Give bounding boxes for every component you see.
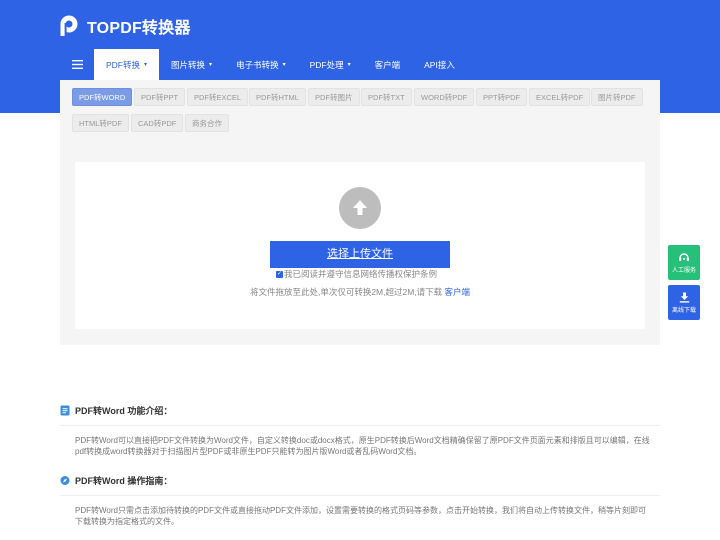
customer-service-button[interactable]: 人工服务	[668, 245, 700, 280]
nav-image-convert[interactable]: 图片转换 ▾	[159, 49, 224, 80]
logo-icon	[60, 15, 78, 36]
format-image-to-pdf[interactable]: 图片转PDF	[591, 88, 643, 106]
nav-image-convert-label: 图片转换	[171, 59, 206, 70]
agree-checkbox[interactable]: ✓	[276, 270, 283, 278]
format-ppt-to-pdf[interactable]: PPT转PDF	[476, 88, 528, 106]
nav-pdf-convert[interactable]: PDF转换 ▾	[94, 49, 160, 80]
download-icon	[679, 292, 689, 303]
client-download-link[interactable]: 客户端	[445, 287, 471, 297]
nav-pdf-convert-label: PDF转换	[106, 59, 141, 70]
format-pdf-to-txt[interactable]: PDF转TXT	[361, 88, 412, 106]
nav-client-label: 客户端	[374, 59, 401, 70]
section-title-intro-text: PDF转Word 功能介绍：	[75, 406, 173, 416]
brand-name: TOPDF转换器	[87, 20, 191, 37]
format-cad-to-pdf[interactable]: CAD转PDF	[131, 114, 184, 132]
nav-menu-button[interactable]	[60, 49, 94, 80]
nav-client[interactable]: 客户端	[363, 49, 413, 80]
divider	[60, 425, 660, 426]
upload-icon[interactable]	[339, 187, 381, 229]
agreement: ✓ 我已阅读并遵守信息网络传播权保护条例	[276, 268, 437, 280]
format-pdf-to-word[interactable]: PDF转WORD	[72, 88, 133, 106]
format-business[interactable]: 商务合作	[185, 114, 229, 132]
divider	[60, 495, 660, 496]
nav-pdf-process[interactable]: PDF处理 ▾	[298, 49, 363, 80]
section-intro-text: PDF转Word可以直接把PDF文件转换为Word文件，自定义转换doc或doc…	[75, 436, 650, 456]
upload-hint-text: 将文件拖放至此处,单次仅可转换2M,超过2M,请下载	[249, 287, 443, 297]
section-title-guide: PDF转Word 操作指南：	[60, 474, 172, 487]
nav-ebook-convert-label: 电子书转换	[236, 59, 279, 70]
section-guide-text: PDF转Word只需点击添加待转换的PDF文件或直接拖动PDF文件添加，设置需要…	[75, 506, 646, 526]
nav-api-label: API接入	[424, 59, 455, 70]
format-pdf-to-html[interactable]: PDF转HTML	[249, 88, 306, 106]
document-icon	[60, 405, 70, 416]
format-pdf-to-image[interactable]: PDF转图片	[308, 88, 360, 106]
upload-hint: 将文件拖放至此处,单次仅可转换2M,超过2M,请下载 客户端	[0, 286, 720, 298]
chevron-down-icon: ▾	[282, 62, 286, 68]
nav-api[interactable]: API接入	[412, 49, 467, 80]
format-pdf-to-ppt[interactable]: PDF转PPT	[134, 88, 186, 106]
main-nav: PDF转换 ▾ 图片转换 ▾ 电子书转换 ▾ PDF处理 ▾ 客户端 API接入	[60, 49, 467, 80]
nav-ebook-convert[interactable]: 电子书转换 ▾	[224, 49, 298, 80]
hamburger-icon	[71, 60, 83, 69]
section-title-guide-text: PDF转Word 操作指南：	[75, 476, 173, 486]
compass-icon	[60, 476, 70, 485]
chevron-down-icon: ▾	[209, 62, 213, 68]
nav-pdf-process-label: PDF处理	[309, 59, 344, 70]
section-title-intro: PDF转Word 功能介绍：	[60, 404, 172, 417]
arrow-up-icon	[353, 200, 367, 215]
choose-file-button[interactable]: 选择上传文件	[270, 241, 450, 268]
format-pdf-to-excel[interactable]: PDF转EXCEL	[187, 88, 249, 106]
format-html-to-pdf[interactable]: HTML转PDF	[72, 114, 129, 132]
headset-icon	[679, 252, 689, 261]
offline-download-button[interactable]: 离线下载	[668, 285, 700, 320]
brand-logo[interactable]: TOPDF转换器	[59, 14, 191, 38]
chevron-down-icon: ▾	[144, 62, 148, 68]
format-word-to-pdf[interactable]: WORD转PDF	[414, 88, 475, 106]
agree-text: 我已阅读并遵守信息网络传播权保护条例	[284, 269, 438, 279]
offline-download-label: 离线下载	[671, 308, 696, 314]
customer-service-label: 人工服务	[671, 268, 696, 274]
format-excel-to-pdf[interactable]: EXCEL转PDF	[529, 88, 591, 106]
chevron-down-icon: ▾	[347, 62, 351, 68]
